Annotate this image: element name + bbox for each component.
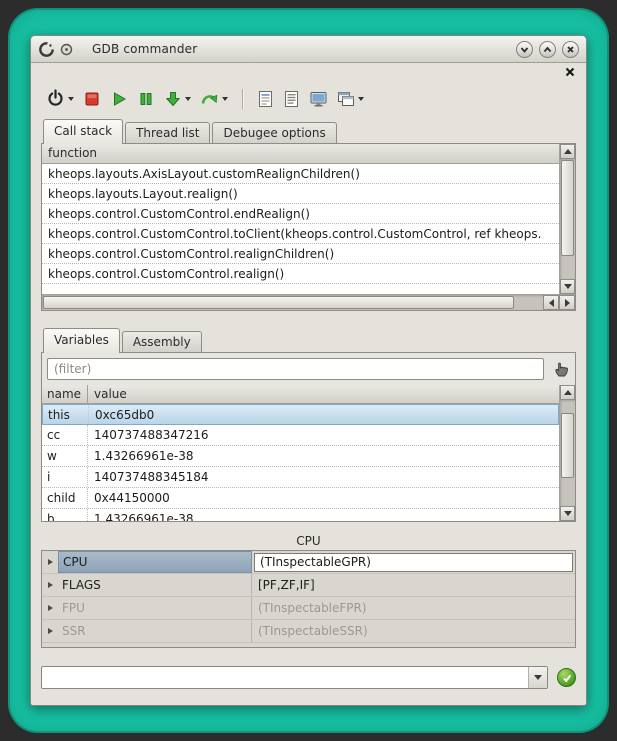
power-button[interactable]	[45, 88, 75, 109]
scroll-left-button[interactable]	[543, 295, 559, 310]
gdb-commander-window: GDB commander	[30, 35, 587, 706]
scroll-track[interactable]	[560, 400, 575, 506]
callstack-list: function kheops.layouts.AxisLayout.custo…	[42, 144, 559, 294]
variable-row[interactable]: i 140737488345184	[42, 467, 559, 488]
scroll-up-button[interactable]	[560, 144, 575, 159]
callstack-row[interactable]: kheops.control.CustomControl.realignChil…	[42, 244, 559, 264]
variables-vertical-scrollbar[interactable]	[559, 385, 575, 521]
variable-row[interactable]: w 1.43266961e-38	[42, 446, 559, 467]
callstack-row[interactable]: kheops.control.CustomControl.realign()	[42, 264, 559, 284]
dock-header	[31, 63, 586, 83]
variables-table-header[interactable]: name value	[42, 385, 559, 404]
tab-call-stack[interactable]: Call stack	[43, 119, 123, 144]
step-into-button[interactable]	[163, 89, 192, 109]
cpu-row[interactable]: FPU (TInspectableFPR)	[42, 597, 575, 620]
dock-close-icon[interactable]	[564, 66, 576, 78]
callstack-row[interactable]: kheops.control.CustomControl.endRealign(…	[42, 204, 559, 224]
run-button[interactable]	[109, 89, 129, 109]
column-value[interactable]: value	[88, 385, 559, 403]
power-dropdown-icon[interactable]	[68, 97, 74, 101]
scroll-down-button[interactable]	[560, 506, 575, 521]
command-combobox[interactable]	[41, 666, 548, 689]
window-title: GDB commander	[92, 42, 197, 56]
variables-tabbar: Variables Assembly	[41, 327, 576, 352]
command-bar	[41, 666, 576, 689]
debug-toolbar	[31, 83, 586, 118]
expand-icon[interactable]	[42, 605, 58, 611]
close-button[interactable]	[562, 41, 579, 58]
cpu-row[interactable]: SSR (TInspectableSSR)	[42, 620, 575, 643]
stop-button[interactable]	[82, 89, 102, 109]
callstack-tabbar: Call stack Thread list Debugee options	[41, 118, 576, 143]
scroll-track[interactable]	[42, 295, 543, 310]
callstack-row[interactable]: kheops.layouts.Layout.realign()	[42, 184, 559, 204]
variable-row[interactable]: child 0x44150000	[42, 488, 559, 509]
callstack-panel: function kheops.layouts.AxisLayout.custo…	[41, 143, 576, 311]
callstack-horizontal-scrollbar[interactable]	[42, 294, 575, 310]
callstack-row[interactable]: kheops.layouts.AxisLayout.customRealignC…	[42, 164, 559, 184]
filter-input[interactable]	[47, 358, 544, 380]
cpu-row[interactable]: FLAGS [PF,ZF,IF]	[42, 574, 575, 597]
variables-table: name value this 0xc65db0 cc 140737488347…	[42, 385, 559, 521]
step-over-dropdown-icon[interactable]	[222, 97, 228, 101]
expand-icon[interactable]	[42, 582, 58, 588]
expand-icon[interactable]	[42, 559, 58, 565]
callstack-vertical-scrollbar[interactable]	[559, 144, 575, 294]
callstack-column-header[interactable]: function	[42, 144, 559, 164]
monitor-button[interactable]	[308, 89, 329, 109]
app-icon	[38, 41, 55, 58]
windows-dropdown-icon[interactable]	[358, 97, 364, 101]
cpu-row[interactable]: CPU (TInspectableGPR)	[42, 551, 575, 574]
variable-row[interactable]: cc 140737488347216	[42, 425, 559, 446]
cpu-group-caption: CPU	[31, 534, 586, 550]
confirm-button[interactable]	[557, 668, 576, 687]
variables-panel: name value this 0xc65db0 cc 140737488347…	[41, 352, 576, 522]
tab-thread-list[interactable]: Thread list	[125, 122, 210, 143]
scroll-right-button[interactable]	[559, 295, 575, 310]
variable-row[interactable]: this 0xc65db0	[42, 404, 559, 425]
step-over-button[interactable]	[199, 89, 229, 109]
expand-icon[interactable]	[42, 628, 58, 634]
titlebar[interactable]: GDB commander	[31, 36, 586, 63]
cpu-inspector: CPU (TInspectableGPR) FLAGS [PF,ZF,IF] F…	[41, 550, 576, 648]
windows-button[interactable]	[336, 89, 365, 109]
source-list-button[interactable]	[282, 89, 301, 109]
minimize-button[interactable]	[516, 41, 533, 58]
step-into-dropdown-icon[interactable]	[185, 97, 191, 101]
callstack-row[interactable]: kheops.control.CustomControl.toClient(kh…	[42, 224, 559, 244]
tab-assembly[interactable]: Assembly	[122, 331, 202, 352]
scroll-track[interactable]	[560, 159, 575, 279]
cpu-value-editor[interactable]: (TInspectableGPR)	[254, 553, 573, 572]
maximize-button[interactable]	[539, 41, 556, 58]
scroll-thumb[interactable]	[561, 160, 574, 256]
app-badge-icon	[60, 43, 73, 56]
combobox-dropdown-button[interactable]	[528, 667, 547, 688]
scroll-thumb[interactable]	[43, 296, 514, 309]
scroll-down-button[interactable]	[560, 279, 575, 294]
toolbar-separator	[242, 89, 243, 109]
tab-variables[interactable]: Variables	[43, 328, 120, 353]
scroll-thumb[interactable]	[561, 413, 574, 479]
pause-button[interactable]	[136, 89, 156, 109]
variable-row[interactable]: b 1.43266961e-38	[42, 509, 559, 521]
column-name[interactable]: name	[42, 385, 88, 403]
watch-doc-button[interactable]	[256, 89, 275, 109]
filter-menu-icon[interactable]	[553, 361, 569, 377]
scroll-up-button[interactable]	[560, 385, 575, 400]
tab-debugee-options[interactable]: Debugee options	[212, 122, 336, 143]
